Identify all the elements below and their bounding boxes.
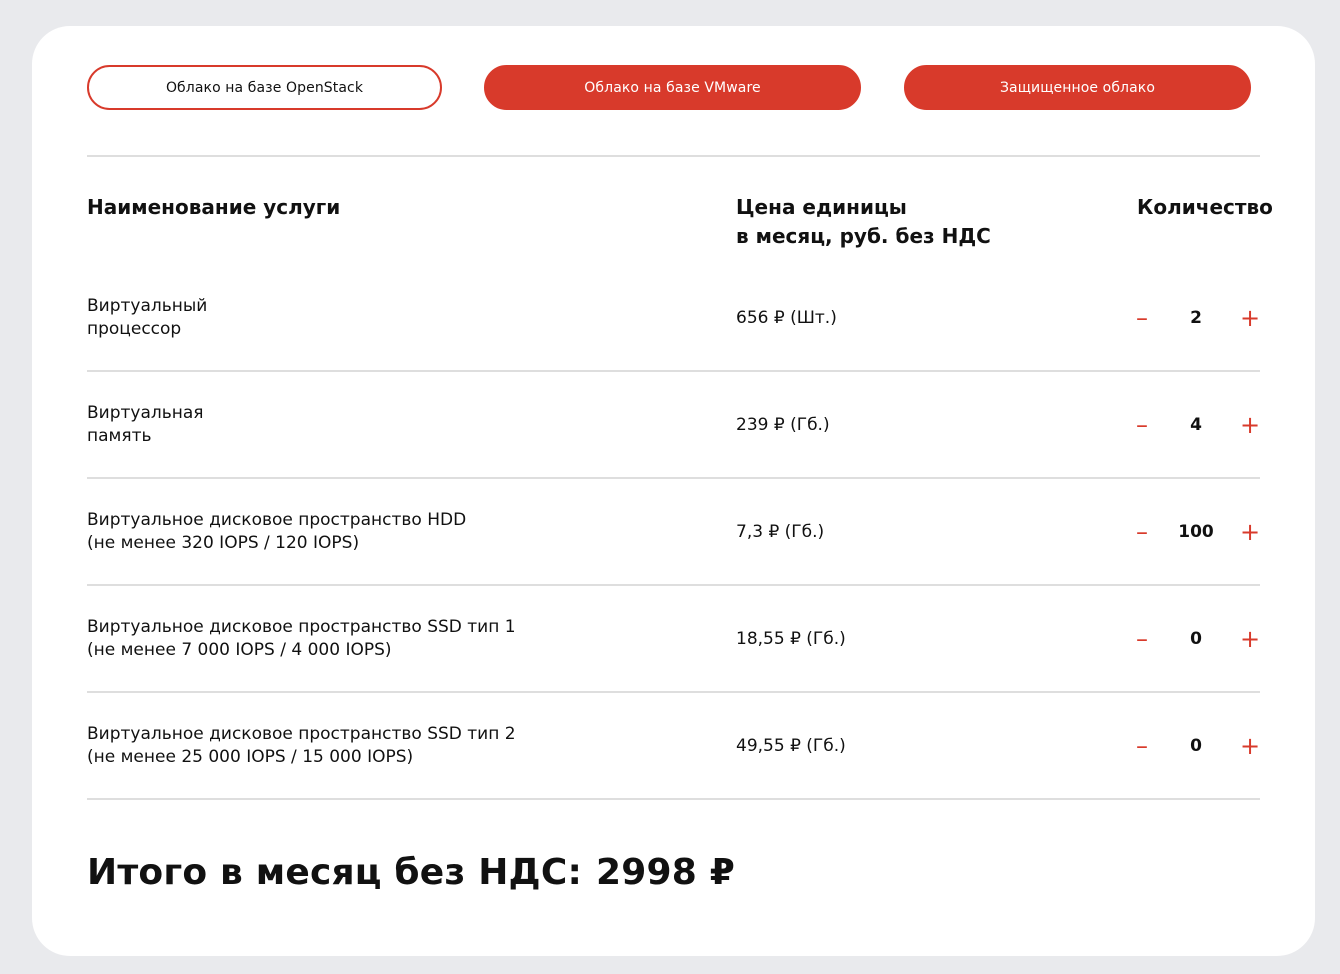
unit-price: 656 ₽ (Шт.) xyxy=(736,307,837,328)
header-unit-price-line1: Цена единицы xyxy=(736,195,907,219)
increment-button[interactable]: + xyxy=(1235,303,1265,333)
quantity-stepper: – 0 + xyxy=(1127,585,1267,692)
divider xyxy=(87,155,1260,157)
quantity-value: 0 xyxy=(1190,735,1202,756)
service-name-line1: Виртуальное дисковое пространство SSD ти… xyxy=(87,616,516,637)
increment-button[interactable]: + xyxy=(1235,624,1265,654)
header-unit-price-line2: в месяц, руб. без НДС xyxy=(736,224,991,248)
decrement-button[interactable]: – xyxy=(1127,410,1157,440)
decrement-button[interactable]: – xyxy=(1127,624,1157,654)
table-row-hdd: Виртуальное дисковое пространство HDD (н… xyxy=(87,478,1260,585)
table-row-ssd-type1: Виртуальное дисковое пространство SSD ти… xyxy=(87,585,1260,692)
unit-price: 18,55 ₽ (Гб.) xyxy=(736,628,846,649)
tab-openstack[interactable]: Облако на базе OpenStack xyxy=(87,65,442,110)
service-name: Виртуальное дисковое пространство SSD ти… xyxy=(87,692,647,799)
total-label: Итого в месяц без НДС: xyxy=(87,852,583,893)
unit-price: 49,55 ₽ (Гб.) xyxy=(736,735,846,756)
service-name: Виртуальное дисковое пространство SSD ти… xyxy=(87,585,647,692)
increment-button[interactable]: + xyxy=(1235,731,1265,761)
quantity-stepper: – 2 + xyxy=(1127,264,1267,371)
decrement-button[interactable]: – xyxy=(1127,303,1157,333)
header-quantity: Количество xyxy=(1137,195,1273,219)
unit-price: 7,3 ₽ (Гб.) xyxy=(736,521,825,542)
quantity-stepper: – 4 + xyxy=(1127,371,1267,478)
quantity-stepper: – 100 + xyxy=(1127,478,1267,585)
unit-price: 239 ₽ (Гб.) xyxy=(736,414,830,435)
table-row-ssd-type2: Виртуальное дисковое пространство SSD ти… xyxy=(87,692,1260,799)
tab-secure-cloud[interactable]: Защищенное облако xyxy=(904,65,1251,110)
service-name: Виртуальная память xyxy=(87,371,647,478)
monthly-total: Итого в месяц без НДС: 2998 ₽ xyxy=(87,852,735,893)
header-service-name: Наименование услуги xyxy=(87,195,341,219)
service-name-line1: Виртуальное дисковое пространство HDD xyxy=(87,509,467,530)
service-name-line2: процессор xyxy=(87,318,182,339)
tab-vmware[interactable]: Облако на базе VMware xyxy=(484,65,861,110)
divider xyxy=(87,798,1260,800)
service-name-line2: (не менее 7 000 IOPS / 4 000 IOPS) xyxy=(87,639,392,660)
decrement-button[interactable]: – xyxy=(1127,517,1157,547)
service-name-line2: (не менее 320 IOPS / 120 IOPS) xyxy=(87,532,360,553)
quantity-stepper: – 0 + xyxy=(1127,692,1267,799)
calculator-card: Облако на базе OpenStack Облако на базе … xyxy=(32,26,1315,956)
service-name: Виртуальный процессор xyxy=(87,264,647,371)
quantity-value: 100 xyxy=(1178,521,1214,542)
table-row-ram: Виртуальная память 239 ₽ (Гб.) – 4 + xyxy=(87,371,1260,478)
header-unit-price: Цена единицы в месяц, руб. без НДС xyxy=(736,193,991,251)
increment-button[interactable]: + xyxy=(1235,517,1265,547)
quantity-value: 0 xyxy=(1190,628,1202,649)
cloud-type-tabs: Облако на базе OpenStack Облако на базе … xyxy=(87,65,1251,110)
service-name-line1: Виртуальный xyxy=(87,295,208,316)
service-name-line2: (не менее 25 000 IOPS / 15 000 IOPS) xyxy=(87,746,414,767)
decrement-button[interactable]: – xyxy=(1127,731,1157,761)
service-name-line1: Виртуальная xyxy=(87,402,204,423)
quantity-value: 4 xyxy=(1190,414,1202,435)
service-name-line2: память xyxy=(87,425,152,446)
total-value: 2998 ₽ xyxy=(596,852,736,893)
quantity-value: 2 xyxy=(1190,307,1202,328)
service-name-line1: Виртуальное дисковое пространство SSD ти… xyxy=(87,723,516,744)
table-row-vcpu: Виртуальный процессор 656 ₽ (Шт.) – 2 + xyxy=(87,264,1260,371)
service-name: Виртуальное дисковое пространство HDD (н… xyxy=(87,478,647,585)
increment-button[interactable]: + xyxy=(1235,410,1265,440)
